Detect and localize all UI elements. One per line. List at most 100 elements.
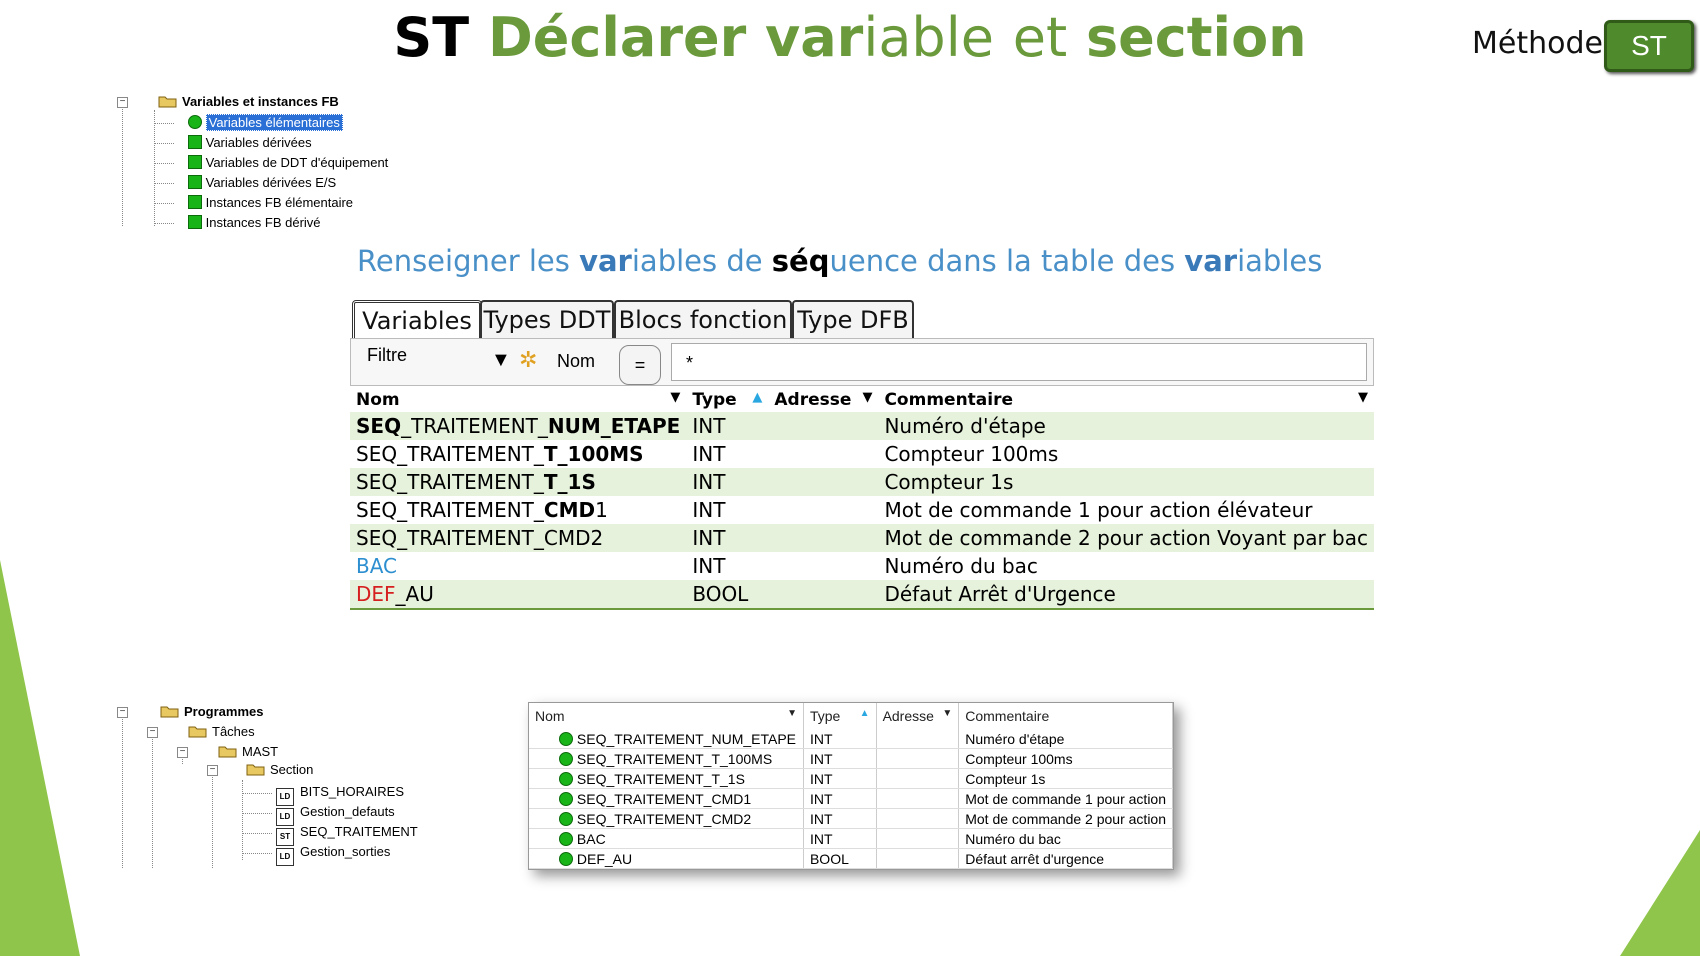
cell-address[interactable]	[876, 828, 960, 849]
cell-name[interactable]: SEQ_TRAITEMENT_T_1S	[529, 768, 804, 789]
cell-comment[interactable]: Mot de commande 2 pour action	[958, 808, 1173, 829]
cell-address[interactable]	[768, 412, 879, 440]
collapse-icon[interactable]: −	[177, 747, 188, 758]
cell-type[interactable]: BOOL	[803, 848, 877, 869]
table-row[interactable]: SEQ_TRAITEMENT_T_100MS INT Compteur 100ms	[529, 748, 1173, 769]
table-row[interactable]: SEQ_TRAITEMENT_CMD1 INT Mot de commande 1 …	[529, 788, 1173, 809]
table-row[interactable]: DEF_AU BOOL Défaut arrêt d'urgence	[529, 848, 1173, 869]
cell-comment[interactable]: Numéro du bac	[878, 552, 1374, 580]
sort-asc-icon[interactable]: ▲	[860, 708, 870, 719]
table-row[interactable]: SEQ_TRAITEMENT_NUM_ETAPE INT Numéro d'ét…	[350, 412, 1374, 440]
cell-type[interactable]: BOOL	[686, 580, 769, 610]
cell-name[interactable]: SEQ_TRAITEMENT_CMD1	[529, 788, 804, 809]
table-row[interactable]: SEQ_TRAITEMENT_CMD2 INT Mot de commande 2 …	[529, 808, 1173, 829]
dropdown-icon[interactable]: ▼	[942, 708, 952, 719]
cell-address[interactable]	[876, 729, 960, 749]
cell-comment[interactable]: Compteur 1s	[878, 468, 1374, 496]
tree-item-section-gestion-sorties[interactable]: LD Gestion_sorties	[276, 843, 390, 866]
cell-type[interactable]: INT	[803, 768, 877, 789]
column-header-adresse[interactable]: Adresse ▼	[768, 388, 878, 412]
cell-address[interactable]	[768, 496, 878, 524]
table-row[interactable]: BAC INT Numéro du bac	[529, 828, 1173, 849]
cell-name[interactable]: SEQ_TRAITEMENT_NUM_ETAPE	[350, 412, 687, 440]
column-header-nom[interactable]: Nom ▼	[529, 703, 804, 729]
cell-comment[interactable]: Compteur 1s	[958, 768, 1173, 789]
cell-type[interactable]: INT	[686, 440, 768, 468]
cell-type[interactable]: INT	[686, 412, 769, 440]
cell-type[interactable]: INT	[803, 788, 877, 809]
cell-name[interactable]: DEF_AU	[350, 580, 687, 610]
cell-comment[interactable]: Numéro d'étape	[878, 412, 1374, 440]
cell-address[interactable]	[768, 552, 878, 580]
cell-comment[interactable]: Défaut arrêt d'urgence	[958, 848, 1173, 869]
cell-comment[interactable]: Mot de commande 1 pour action	[958, 788, 1173, 809]
column-header-commentaire[interactable]: Commentaire	[958, 703, 1173, 729]
cell-type[interactable]: INT	[803, 828, 877, 849]
cell-type[interactable]: INT	[803, 748, 877, 769]
cell-name[interactable]: BAC	[529, 828, 804, 849]
table-row[interactable]: SEQ_TRAITEMENT_T_1S INT Compteur 1s	[529, 768, 1173, 789]
table-row[interactable]: SEQ_TRAITEMENT_NUM_ETAPE INT Numéro d'étap…	[529, 729, 1173, 749]
cell-name[interactable]: SEQ_TRAITEMENT_CMD2	[529, 808, 804, 829]
tree-item-section-seq-traitement[interactable]: ST SEQ_TRAITEMENT	[276, 823, 418, 846]
cell-name[interactable]: SEQ_TRAITEMENT_T_100MS	[350, 440, 686, 468]
cell-comment[interactable]: Mot de commande 2 pour action Voyant par…	[878, 524, 1374, 552]
cell-comment[interactable]: Défaut Arrêt d'Urgence	[878, 580, 1374, 610]
cell-name[interactable]: SEQ_TRAITEMENT_T_1S	[350, 468, 687, 496]
cell-address[interactable]	[876, 848, 960, 869]
sort-asc-icon[interactable]: ▲	[752, 390, 762, 405]
column-header-nom[interactable]: Nom ▼	[350, 388, 686, 412]
dropdown-icon[interactable]: ▼	[1358, 390, 1368, 405]
cell-name[interactable]: SEQ_TRAITEMENT_CMD2	[350, 524, 687, 552]
tree-item-variables-es[interactable]: Variables dérivées E/S	[188, 174, 336, 192]
collapse-icon[interactable]: −	[207, 765, 218, 776]
tree-item-variables-elementaires[interactable]: Variables élémentaires	[188, 114, 343, 132]
tree-item-taches[interactable]: Tâches	[188, 723, 255, 741]
cell-type[interactable]: INT	[686, 496, 768, 524]
tab-type-dfb[interactable]: Type DFB	[792, 300, 914, 338]
tree-root-variables[interactable]: Variables et instances FB	[158, 93, 339, 111]
tab-variables[interactable]: Variables	[352, 300, 482, 342]
cell-address[interactable]	[768, 468, 879, 496]
cell-address[interactable]	[768, 524, 879, 552]
table-row[interactable]: SEQ_TRAITEMENT_T_100MS INT Compteur 100m…	[350, 440, 1374, 468]
collapse-icon[interactable]: −	[117, 707, 128, 718]
table-row[interactable]: SEQ_TRAITEMENT_T_1S INT Compteur 1s	[350, 468, 1374, 496]
tree-item-section-bits-horaires[interactable]: LD BITS_HORAIRES	[276, 783, 404, 806]
cell-address[interactable]	[876, 808, 960, 829]
cell-type[interactable]: INT	[686, 468, 769, 496]
collapse-icon[interactable]: −	[117, 97, 128, 108]
tree-root-programmes[interactable]: Programmes	[160, 703, 263, 721]
dropdown-icon[interactable]: ▼	[787, 708, 797, 719]
column-header-type[interactable]: Type ▲	[686, 388, 768, 412]
cell-type[interactable]: INT	[686, 524, 769, 552]
dropdown-icon[interactable]: ▼	[862, 390, 872, 405]
cell-name[interactable]: SEQ_TRAITEMENT_NUM_ETAPE	[529, 729, 804, 749]
column-header-commentaire[interactable]: Commentaire ▼	[878, 388, 1374, 412]
equals-button[interactable]: =	[619, 345, 661, 385]
tree-item-variables-derivees[interactable]: Variables dérivées	[188, 134, 312, 152]
cell-comment[interactable]: Numéro du bac	[958, 828, 1173, 849]
dropdown-icon[interactable]: ▼	[670, 390, 680, 405]
cell-name[interactable]: BAC	[350, 552, 686, 580]
filter-input[interactable]: *	[671, 343, 1367, 381]
table-row[interactable]: BAC INT Numéro du bac	[350, 552, 1374, 580]
column-header-type[interactable]: Type ▲	[803, 703, 877, 729]
cell-address[interactable]	[876, 788, 960, 809]
tab-types-ddt[interactable]: Types DDT	[480, 300, 614, 338]
collapse-icon[interactable]: −	[147, 727, 158, 738]
funnel-icon[interactable]: ▼	[491, 349, 511, 372]
cell-comment[interactable]: Numéro d'étape	[958, 729, 1173, 749]
table-row[interactable]: SEQ_TRAITEMENT_CMD1 INT Mot de commande …	[350, 496, 1374, 524]
tree-item-variables-ddt[interactable]: Variables de DDT d'équipement	[188, 154, 388, 172]
table-row[interactable]: DEF_AU BOOL Défaut Arrêt d'Urgence	[350, 580, 1374, 610]
tree-item-section-gestion-defauts[interactable]: LD Gestion_defauts	[276, 803, 395, 826]
gear-icon[interactable]: ✲	[519, 347, 537, 373]
tree-item-instances-fb-elem[interactable]: Instances FB élémentaire	[188, 194, 353, 212]
cell-type[interactable]: INT	[803, 729, 877, 749]
tree-item-section[interactable]: Section	[246, 761, 313, 779]
cell-name[interactable]: SEQ_TRAITEMENT_CMD1	[350, 496, 686, 524]
column-header-adresse[interactable]: Adresse ▼	[876, 703, 960, 729]
cell-address[interactable]	[768, 580, 879, 610]
cell-address[interactable]	[876, 768, 960, 789]
